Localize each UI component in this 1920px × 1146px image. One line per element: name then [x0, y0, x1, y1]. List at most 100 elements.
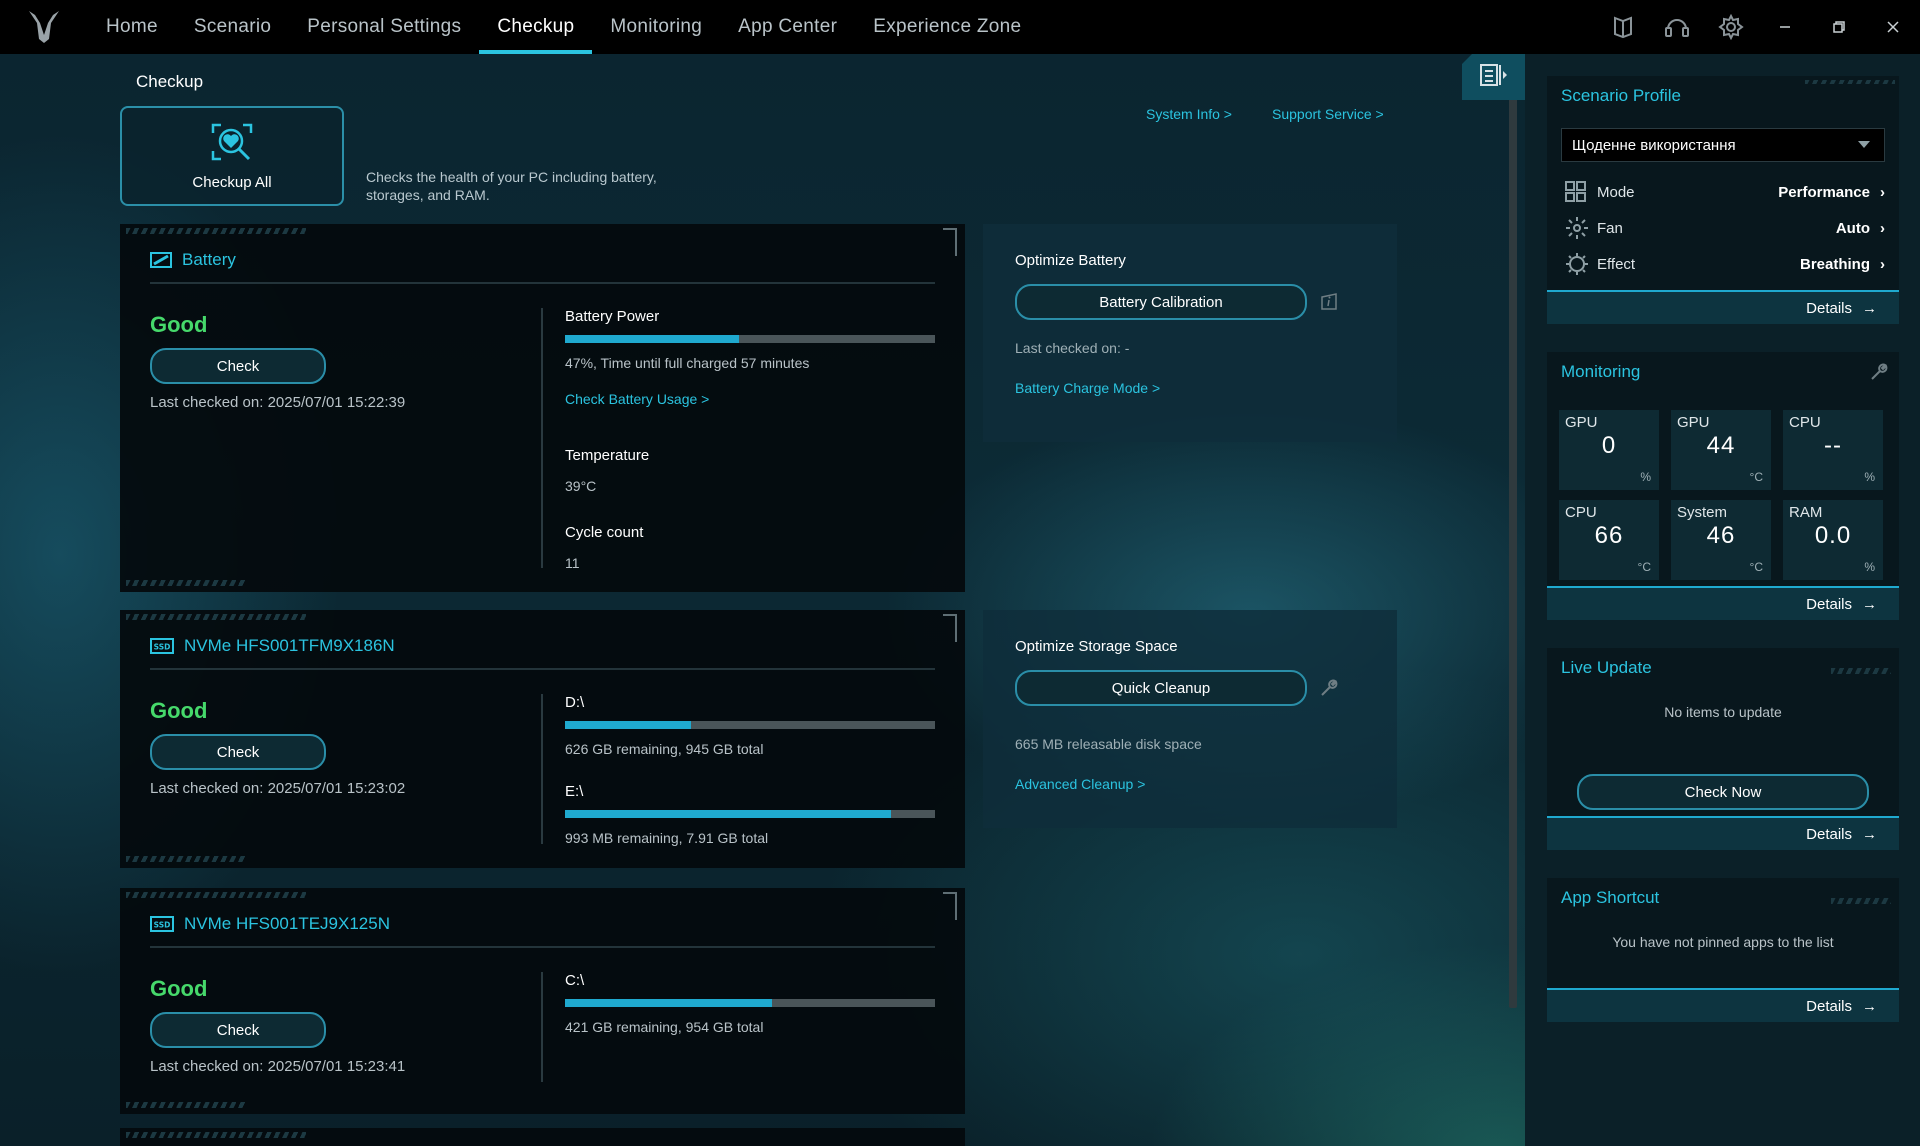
- tile-label: System: [1677, 504, 1728, 521]
- info-icon[interactable]: [1317, 290, 1341, 314]
- decor-stripes: [126, 580, 246, 586]
- tile-value: 0.0: [1814, 522, 1852, 549]
- divider: [150, 282, 935, 284]
- chevron-right-icon: ›: [1880, 183, 1885, 201]
- tile-label: CPU: [1789, 414, 1821, 431]
- cycle-count-value: 11: [565, 555, 580, 571]
- monitoring-title: Monitoring: [1561, 362, 1641, 381]
- cycle-count-label: Cycle count: [565, 524, 644, 541]
- tile-label: GPU: [1565, 414, 1598, 431]
- partition-c-bar: [565, 999, 935, 1007]
- decor-stripes: [1831, 898, 1891, 904]
- arrow-right-icon: →: [1862, 299, 1877, 317]
- tile-label: CPU: [1565, 504, 1597, 521]
- divider: [150, 668, 935, 670]
- monitoring-header: Monitoring: [1547, 352, 1899, 392]
- partition-d-bar: [565, 721, 935, 729]
- checkup-all-label: Checkup All: [192, 174, 272, 191]
- live-update-details-link[interactable]: Details →: [1547, 816, 1899, 850]
- quick-cleanup-button[interactable]: Quick Cleanup: [1015, 670, 1307, 706]
- details-label: Details: [1806, 299, 1852, 317]
- nav-experience-zone[interactable]: Experience Zone: [855, 0, 1039, 54]
- scenario-profile-selected: Щоденне використання: [1572, 136, 1736, 154]
- ssd-icon: SSD: [150, 637, 174, 655]
- panel-toggle-button[interactable]: [1462, 54, 1526, 100]
- battery-power-text: 47%, Time until full charged 57 minutes: [565, 355, 810, 371]
- live-update-header: Live Update: [1547, 648, 1899, 688]
- svg-text:SSD: SSD: [154, 643, 171, 652]
- drive-card-2: SSD NVMe HFS001TEJ9X125N Good Check Last…: [120, 888, 965, 1114]
- vertical-separator: [541, 308, 543, 568]
- predator-logo-icon: [22, 7, 66, 47]
- wrench-icon[interactable]: [1869, 362, 1889, 387]
- restore-icon[interactable]: [1812, 0, 1866, 54]
- effect-icon: [1565, 252, 1591, 276]
- drive-2-check-button[interactable]: Check: [150, 1012, 326, 1048]
- decor-stripes: [1831, 668, 1891, 674]
- minimize-icon[interactable]: [1758, 0, 1812, 54]
- scenario-profile-title: Scenario Profile: [1561, 86, 1682, 105]
- guide-icon[interactable]: [1596, 0, 1650, 54]
- monitor-tile-gpu-temp: GPU 44 °C: [1671, 410, 1771, 490]
- advanced-cleanup-link[interactable]: Advanced Cleanup >: [1015, 776, 1145, 792]
- profile-mode-row[interactable]: Mode Performance ›: [1565, 180, 1885, 204]
- monitor-tile-cpu-usage: CPU -- %: [1783, 410, 1883, 490]
- nav-home[interactable]: Home: [88, 0, 176, 54]
- monitor-tile-gpu-usage: GPU 0 %: [1559, 410, 1659, 490]
- nav-checkup[interactable]: Checkup: [479, 0, 593, 54]
- drive-2-last-checked: Last checked on: 2025/07/01 15:23:41: [150, 1058, 406, 1075]
- battery-card-header: Battery: [150, 250, 236, 270]
- partition-c-fill: [565, 999, 773, 1007]
- wrench-icon[interactable]: [1317, 676, 1341, 700]
- profile-effect-row[interactable]: Effect Breathing ›: [1565, 252, 1885, 276]
- drive-1-status: Good: [150, 698, 208, 723]
- decor-corner: [943, 614, 957, 642]
- battery-icon: [150, 251, 172, 269]
- check-now-button[interactable]: Check Now: [1577, 774, 1869, 810]
- checkup-all-button[interactable]: Checkup All: [120, 106, 344, 206]
- profile-mode-label: Mode: [1597, 183, 1635, 201]
- tile-unit: °C: [1749, 470, 1763, 484]
- check-battery-usage-link[interactable]: Check Battery Usage >: [565, 391, 935, 407]
- scenario-profile-select[interactable]: Щоденне використання: [1561, 128, 1885, 162]
- battery-power-bar: [565, 335, 935, 343]
- calibration-last-checked: Last checked on: -: [1015, 340, 1130, 356]
- tile-value: --: [1824, 432, 1842, 459]
- battery-check-button[interactable]: Check: [150, 348, 326, 384]
- chevron-right-icon: ›: [1880, 219, 1885, 237]
- battery-calibration-button[interactable]: Battery Calibration: [1015, 284, 1307, 320]
- tile-unit: %: [1640, 470, 1651, 484]
- details-label: Details: [1806, 825, 1852, 843]
- settings-gear-icon[interactable]: [1704, 0, 1758, 54]
- right-sidebar: Scenario Profile Щоденне використання Mo…: [1525, 54, 1920, 1146]
- profile-effect-label: Effect: [1597, 255, 1636, 273]
- decor-stripes: [126, 1102, 246, 1108]
- partition-e-fill: [565, 810, 891, 818]
- monitoring-details-link[interactable]: Details →: [1547, 586, 1899, 620]
- caret-down-icon: [1844, 129, 1884, 161]
- nav-monitoring[interactable]: Monitoring: [592, 0, 720, 54]
- releasable-disk-space: 665 MB releasable disk space: [1015, 736, 1202, 752]
- main-nav: Home Scenario Personal Settings Checkup …: [88, 0, 1039, 54]
- tile-label: RAM: [1789, 504, 1823, 521]
- battery-charge-mode-link[interactable]: Battery Charge Mode >: [1015, 380, 1160, 396]
- close-icon[interactable]: [1866, 0, 1920, 54]
- nav-app-center[interactable]: App Center: [720, 0, 855, 54]
- profile-fan-row[interactable]: Fan Auto ›: [1565, 216, 1885, 240]
- headset-icon[interactable]: [1650, 0, 1704, 54]
- profile-details-link[interactable]: Details →: [1547, 290, 1899, 324]
- system-info-link[interactable]: System Info >: [1146, 106, 1232, 122]
- live-update-card: Live Update No items to update Check Now…: [1547, 648, 1899, 850]
- nav-personal-settings[interactable]: Personal Settings: [289, 0, 479, 54]
- app-shortcut-details-link[interactable]: Details →: [1547, 988, 1899, 1022]
- svg-text:SSD: SSD: [154, 921, 171, 930]
- grid-mode-icon: [1565, 181, 1591, 203]
- drive-1-check-button[interactable]: Check: [150, 734, 326, 770]
- nav-scenario[interactable]: Scenario: [176, 0, 289, 54]
- scrollbar[interactable]: [1509, 98, 1517, 1008]
- support-service-link[interactable]: Support Service >: [1272, 106, 1384, 122]
- details-label: Details: [1806, 997, 1852, 1015]
- app-shortcut-header: App Shortcut: [1547, 878, 1899, 918]
- monitor-tile-ram-usage: RAM 0.0 %: [1783, 500, 1883, 580]
- drive-2-status: Good: [150, 976, 208, 1001]
